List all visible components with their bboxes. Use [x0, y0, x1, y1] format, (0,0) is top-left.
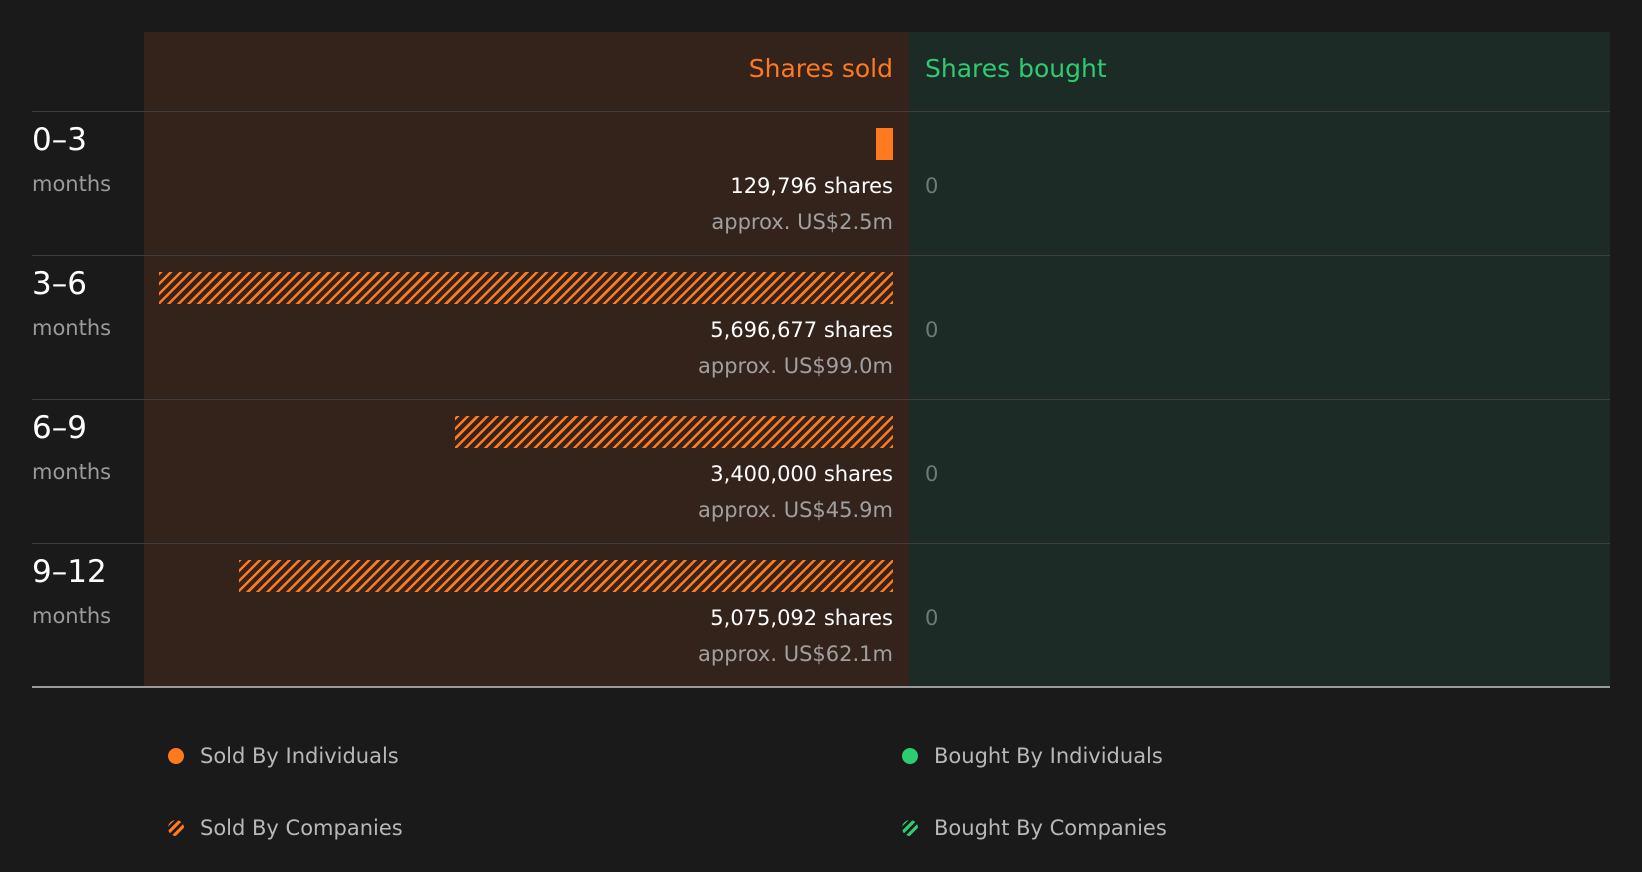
hatched-green-dot-icon	[902, 820, 918, 836]
bought-shares-label: 0	[925, 174, 939, 198]
period-label: 0–3	[32, 122, 87, 158]
sold-bar	[454, 416, 893, 448]
bought-shares-label: 0	[925, 606, 939, 630]
sold-shares-label: 129,796 shares	[730, 174, 893, 198]
chart-row-6-9: 6–9 months 3,400,000 shares approx. US$4…	[0, 400, 1642, 544]
legend-bought-by-individuals: Bought By Individuals	[902, 744, 1163, 768]
period-unit: months	[32, 172, 112, 196]
period-unit: months	[32, 316, 112, 340]
chart-row-9-12: 9–12 months 5,075,092 shares approx. US$…	[0, 544, 1642, 688]
legend-bought-by-companies: Bought By Companies	[902, 816, 1167, 840]
period-label: 3–6	[32, 266, 87, 302]
shares-sold-header: Shares sold	[748, 54, 893, 83]
chart-row-0-3: 0–3 months 129,796 shares approx. US$2.5…	[0, 112, 1642, 256]
sold-bar	[239, 560, 893, 592]
sold-value-label: approx. US$45.9m	[698, 498, 893, 522]
sold-shares-label: 3,400,000 shares	[710, 462, 893, 486]
sold-value-label: approx. US$2.5m	[711, 210, 893, 234]
period-label: 6–9	[32, 410, 87, 446]
sold-bar	[876, 128, 893, 160]
bought-shares-label: 0	[925, 462, 939, 486]
sold-value-label: approx. US$99.0m	[698, 354, 893, 378]
legend-sold-by-individuals: Sold By Individuals	[168, 744, 399, 768]
legend-sold-by-companies: Sold By Companies	[168, 816, 403, 840]
sold-bar	[159, 272, 893, 304]
legend-label: Sold By Individuals	[200, 744, 399, 768]
sold-shares-label: 5,075,092 shares	[710, 606, 893, 630]
sold-shares-label: 5,696,677 shares	[710, 318, 893, 342]
solid-green-dot-icon	[902, 748, 918, 764]
legend-label: Sold By Companies	[200, 816, 403, 840]
legend-label: Bought By Companies	[934, 816, 1167, 840]
bought-shares-label: 0	[925, 318, 939, 342]
solid-orange-dot-icon	[168, 748, 184, 764]
sold-value-label: approx. US$62.1m	[698, 642, 893, 666]
hatched-orange-dot-icon	[168, 820, 184, 836]
chart-row-3-6: 3–6 months 5,696,677 shares approx. US$9…	[0, 256, 1642, 400]
period-unit: months	[32, 604, 112, 628]
period-unit: months	[32, 460, 112, 484]
period-label: 9–12	[32, 554, 107, 590]
legend-label: Bought By Individuals	[934, 744, 1163, 768]
shares-bought-header: Shares bought	[925, 54, 1107, 83]
